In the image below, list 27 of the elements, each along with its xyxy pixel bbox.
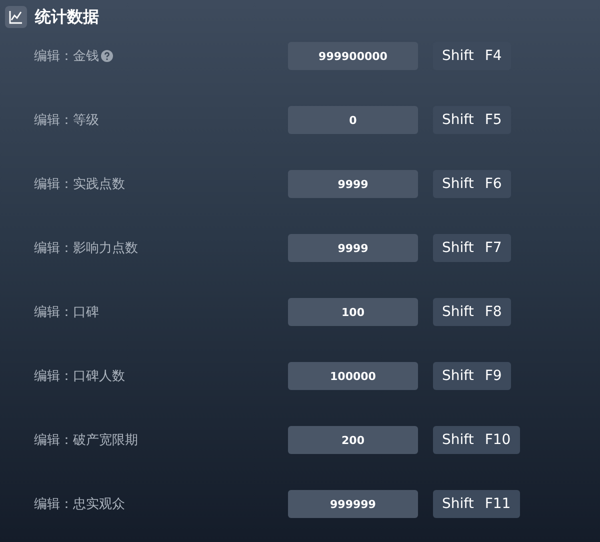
field-label: 编辑：忠实观众 xyxy=(34,496,125,513)
hotkey-button[interactable]: Shift F10 xyxy=(433,426,520,454)
chart-icon xyxy=(5,6,27,28)
hotkey-button[interactable]: Shift F4 xyxy=(433,42,511,70)
field-label: 编辑：破产宽限期 xyxy=(34,432,138,449)
value-field[interactable]: 100000 xyxy=(288,362,418,390)
value-field[interactable]: 100 xyxy=(288,298,418,326)
hotkey-button[interactable]: Shift F11 xyxy=(433,490,520,518)
hotkey-button[interactable]: Shift F9 xyxy=(433,362,511,390)
field-label: 编辑：影响力点数 xyxy=(34,240,138,257)
value-field[interactable]: 9999 xyxy=(288,170,418,198)
field-label: 编辑：等级 xyxy=(34,112,99,129)
hotkey-button[interactable]: Shift F5 xyxy=(433,106,511,134)
hotkey-button[interactable]: Shift F7 xyxy=(433,234,511,262)
help-icon[interactable] xyxy=(101,50,113,62)
hotkey-button[interactable]: Shift F8 xyxy=(433,298,511,326)
value-field[interactable]: 999900000 xyxy=(288,42,418,70)
field-label: 编辑：实践点数 xyxy=(34,176,125,193)
value-field[interactable]: 999999 xyxy=(288,490,418,518)
value-field[interactable]: 0 xyxy=(288,106,418,134)
field-label: 编辑：口碑 xyxy=(34,304,99,321)
field-label: 编辑：口碑人数 xyxy=(34,368,125,385)
value-field[interactable]: 200 xyxy=(288,426,418,454)
value-field[interactable]: 9999 xyxy=(288,234,418,262)
section-title: 统计数据 xyxy=(35,6,99,28)
hotkey-button[interactable]: Shift F6 xyxy=(433,170,511,198)
field-label: 编辑：金钱 xyxy=(34,48,99,65)
